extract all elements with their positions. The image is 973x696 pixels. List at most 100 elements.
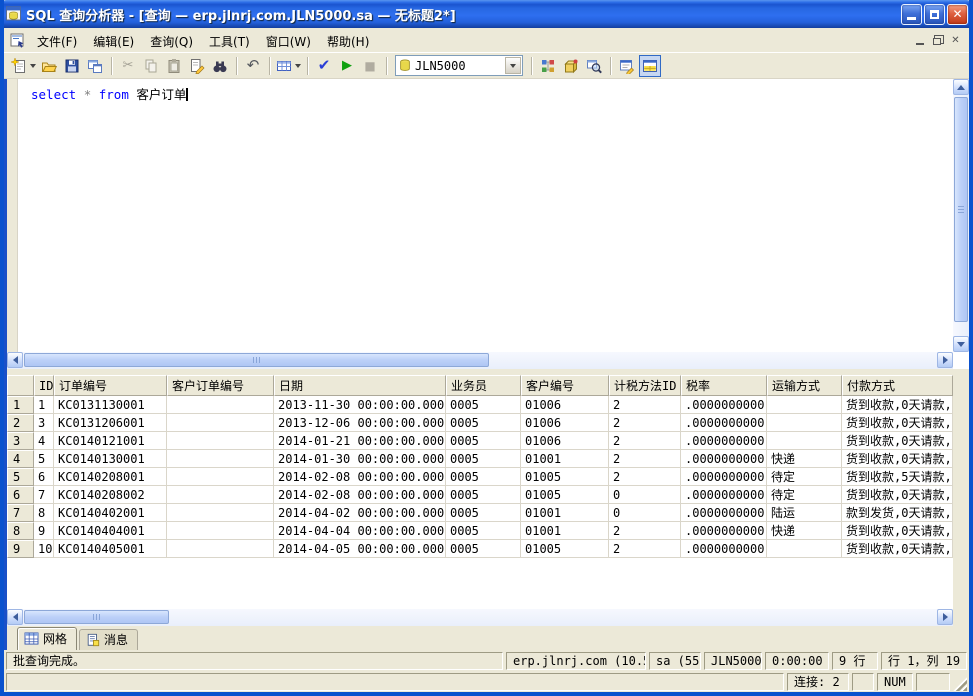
grid-cell[interactable]: 2 xyxy=(609,522,681,540)
grid-cell[interactable]: 01001 xyxy=(521,450,609,468)
grid-cell[interactable] xyxy=(167,504,274,522)
editor-vertical-scrollbar[interactable] xyxy=(953,79,969,352)
grid-cell[interactable]: 01001 xyxy=(521,504,609,522)
clear-window-button[interactable] xyxy=(186,55,208,77)
grid-cell[interactable]: 7 xyxy=(34,486,54,504)
grid-cell[interactable]: 2 xyxy=(609,468,681,486)
grid-cell[interactable]: .0000000000 xyxy=(681,396,767,414)
parse-query-button[interactable]: ✔ xyxy=(313,55,335,77)
query-editor[interactable]: select * from 客户订单 xyxy=(7,79,953,352)
row-number-cell[interactable]: 9 xyxy=(7,540,34,558)
grid-cell[interactable]: 2 xyxy=(609,396,681,414)
grid-cell[interactable] xyxy=(767,432,842,450)
grid-cell[interactable]: 01006 xyxy=(521,432,609,450)
scroll-down-button[interactable] xyxy=(953,336,969,352)
row-number-cell[interactable]: 3 xyxy=(7,432,34,450)
grid-cell[interactable]: KC0140208001 xyxy=(54,468,167,486)
grid-cell[interactable]: .0000000000 xyxy=(681,468,767,486)
grid-cell[interactable]: 货到收款,0天请款, xyxy=(842,522,953,540)
grid-cell[interactable]: 0005 xyxy=(446,432,521,450)
grid-cell[interactable]: 待定 xyxy=(767,486,842,504)
grid-cell[interactable]: 01006 xyxy=(521,414,609,432)
grid-cell[interactable] xyxy=(167,396,274,414)
grid-cell[interactable]: 3 xyxy=(34,414,54,432)
grid-cell[interactable] xyxy=(767,540,842,558)
grid-cell[interactable]: 0005 xyxy=(446,450,521,468)
grid-cell[interactable]: 8 xyxy=(34,504,54,522)
menu-item-2[interactable]: 查询(Q) xyxy=(142,32,201,52)
grid-cell[interactable]: 陆运 xyxy=(767,504,842,522)
grid-cell[interactable]: KC0140402001 xyxy=(54,504,167,522)
grid-cell[interactable]: 货到收款,0天请款, xyxy=(842,414,953,432)
row-number-cell[interactable]: 6 xyxy=(7,486,34,504)
grid-cell[interactable]: 2013-12-06 00:00:00.000 xyxy=(274,414,446,432)
grid-cell[interactable]: 快递 xyxy=(767,522,842,540)
editor-hscroll-thumb[interactable] xyxy=(24,353,489,367)
scroll-left-button[interactable] xyxy=(7,609,23,625)
results-horizontal-scrollbar[interactable] xyxy=(7,609,953,626)
find-button[interactable] xyxy=(209,55,231,77)
scroll-right-button[interactable] xyxy=(937,352,953,368)
grid-cell[interactable]: 2 xyxy=(609,450,681,468)
grid-column-header-9[interactable]: 付款方式 xyxy=(842,375,953,396)
grid-cell[interactable]: 2014-04-02 00:00:00.000 xyxy=(274,504,446,522)
save-button[interactable] xyxy=(61,55,83,77)
minimize-button[interactable] xyxy=(901,4,922,25)
grid-cell[interactable]: 快递 xyxy=(767,450,842,468)
grid-cell[interactable]: 2014-04-04 00:00:00.000 xyxy=(274,522,446,540)
grid-cell[interactable]: 2 xyxy=(609,540,681,558)
grid-cell[interactable]: 0005 xyxy=(446,486,521,504)
execution-mode-button[interactable] xyxy=(275,55,302,77)
row-number-cell[interactable]: 8 xyxy=(7,522,34,540)
database-combo[interactable]: JLN5000 xyxy=(395,55,523,76)
grid-cell[interactable]: KC0131206001 xyxy=(54,414,167,432)
cut-button[interactable]: ✂ xyxy=(117,55,139,77)
grid-cell[interactable]: 0005 xyxy=(446,540,521,558)
grid-cell[interactable]: 0 xyxy=(609,504,681,522)
row-number-cell[interactable]: 1 xyxy=(7,396,34,414)
copy-button[interactable] xyxy=(140,55,162,77)
row-number-cell[interactable]: 2 xyxy=(7,414,34,432)
grid-cell[interactable]: 货到收款,0天请款, xyxy=(842,540,953,558)
open-button[interactable] xyxy=(38,55,60,77)
paste-button[interactable] xyxy=(163,55,185,77)
grid-column-header-1[interactable]: 订单编号 xyxy=(54,375,167,396)
grid-cell[interactable]: 5 xyxy=(34,450,54,468)
grid-cell[interactable]: 0005 xyxy=(446,522,521,540)
undo-button[interactable]: ↶ xyxy=(242,55,264,77)
grid-cell[interactable]: 0005 xyxy=(446,504,521,522)
grid-cell[interactable]: 0005 xyxy=(446,396,521,414)
grid-cell[interactable]: 01001 xyxy=(521,522,609,540)
grid-column-header-5[interactable]: 客户编号 xyxy=(521,375,609,396)
grid-cell[interactable]: 4 xyxy=(34,432,54,450)
grid-cell[interactable] xyxy=(167,414,274,432)
results-hscroll-thumb[interactable] xyxy=(24,610,169,624)
menu-item-1[interactable]: 编辑(E) xyxy=(85,32,142,52)
grid-cell[interactable]: .0000000000 xyxy=(681,540,767,558)
scroll-up-button[interactable] xyxy=(953,79,969,95)
grid-cell[interactable]: 0005 xyxy=(446,414,521,432)
grid-cell[interactable]: KC0140130001 xyxy=(54,450,167,468)
grid-cell[interactable]: .0000000000 xyxy=(681,504,767,522)
grid-cell[interactable] xyxy=(767,396,842,414)
grid-cell[interactable]: 货到收款,0天请款, xyxy=(842,432,953,450)
grid-cell[interactable]: KC0140208002 xyxy=(54,486,167,504)
editor-selection-margin[interactable] xyxy=(7,79,18,352)
menu-item-3[interactable]: 工具(T) xyxy=(201,32,258,52)
grid-cell[interactable]: 9 xyxy=(34,522,54,540)
grid-cell[interactable]: 01005 xyxy=(521,468,609,486)
grid-corner-cell[interactable] xyxy=(7,375,34,396)
editor-vscroll-thumb[interactable] xyxy=(954,97,968,322)
grid-cell[interactable] xyxy=(167,486,274,504)
menu-item-5[interactable]: 帮助(H) xyxy=(319,32,377,52)
grid-cell[interactable]: 货到收款,0天请款, xyxy=(842,450,953,468)
grid-column-header-8[interactable]: 运输方式 xyxy=(767,375,842,396)
grid-cell[interactable]: 01006 xyxy=(521,396,609,414)
grid-cell[interactable]: 10 xyxy=(34,540,54,558)
row-number-cell[interactable]: 5 xyxy=(7,468,34,486)
menu-item-0[interactable]: 文件(F) xyxy=(29,32,85,52)
row-number-cell[interactable]: 7 xyxy=(7,504,34,522)
grid-cell[interactable]: .0000000000 xyxy=(681,432,767,450)
grid-cell[interactable]: 2014-02-08 00:00:00.000 xyxy=(274,468,446,486)
scroll-left-button[interactable] xyxy=(7,352,23,368)
